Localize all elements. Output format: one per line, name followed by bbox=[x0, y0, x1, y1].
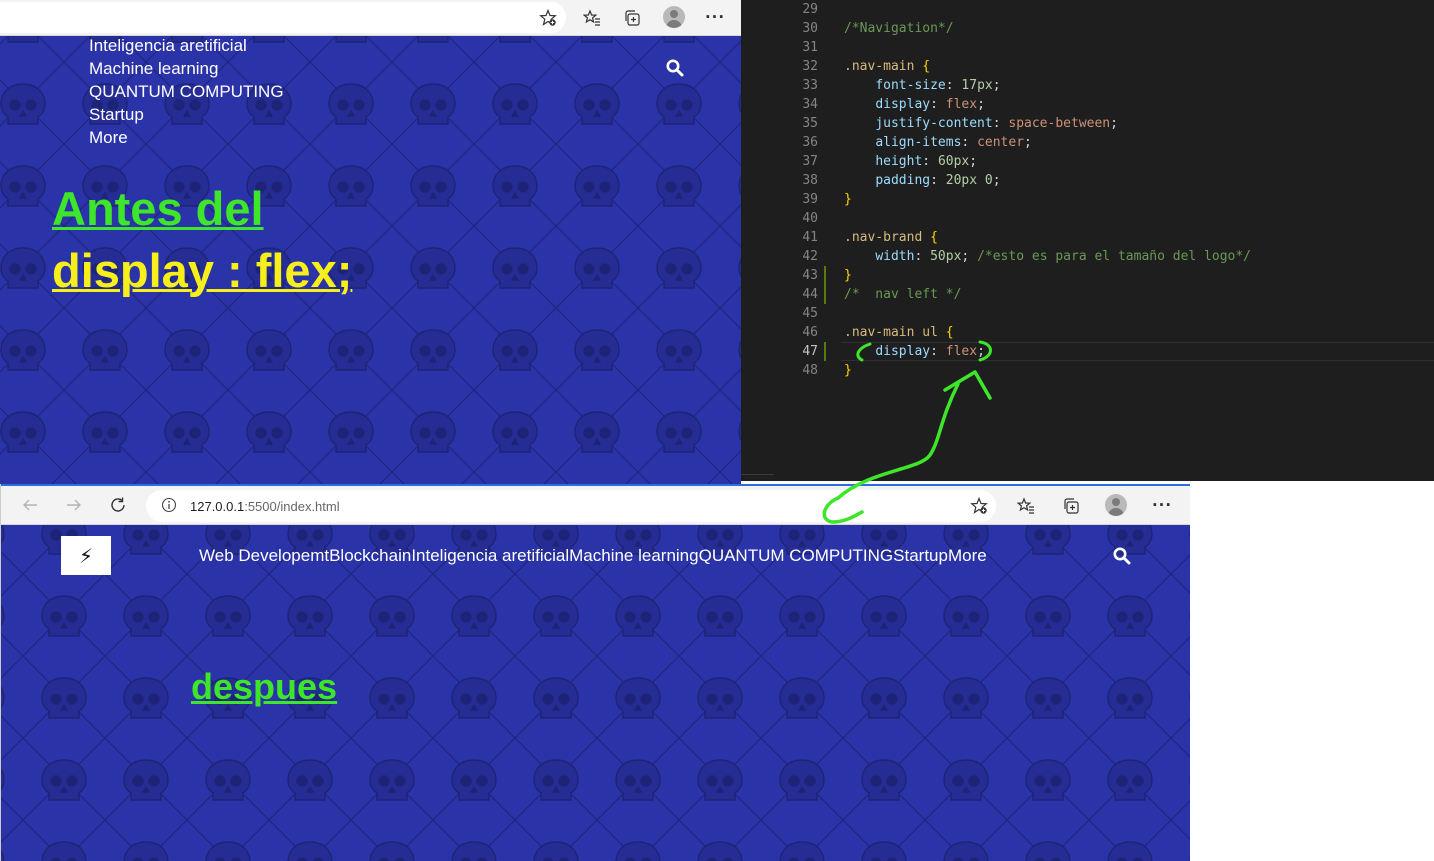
code-line[interactable]: } bbox=[844, 361, 852, 380]
nav-list-vertical: Inteligencia aretificial Machine learnin… bbox=[89, 34, 284, 149]
line-number: 38 bbox=[802, 173, 818, 188]
nav-list-horizontal: Web Developemt Blockchain Inteligencia a… bbox=[199, 545, 987, 567]
git-change-marker bbox=[824, 342, 826, 361]
before-heading: Antes del display : flex; bbox=[52, 178, 352, 302]
line-number: 34 bbox=[802, 97, 818, 112]
nav-item[interactable]: Machine learning bbox=[89, 57, 284, 80]
nav-item[interactable]: Web Developemt bbox=[199, 545, 329, 567]
code-line[interactable]: /*Navigation*/ bbox=[844, 19, 954, 38]
line-number: 46 bbox=[802, 325, 818, 340]
info-icon[interactable] bbox=[158, 494, 180, 516]
collections-icon[interactable] bbox=[621, 7, 643, 29]
code-line[interactable]: .nav-main ul { bbox=[844, 323, 954, 342]
nav-item[interactable]: More bbox=[89, 126, 284, 149]
url-host: 127.0.0.1 bbox=[190, 499, 245, 514]
refresh-icon[interactable] bbox=[107, 494, 129, 516]
profile-icon[interactable] bbox=[663, 6, 685, 28]
code-line[interactable]: .nav-brand { bbox=[844, 228, 938, 247]
url-text[interactable]: 127.0.0.1:5500/index.html bbox=[190, 499, 340, 514]
browser-toolbar: ··· bbox=[0, 0, 741, 36]
forward-icon[interactable] bbox=[63, 494, 85, 516]
line-number: 45 bbox=[802, 306, 818, 321]
nav-item[interactable]: Inteligencia aretificial bbox=[411, 545, 569, 567]
after-heading: despues bbox=[191, 666, 338, 707]
line-number: 44 bbox=[802, 287, 818, 302]
code-line[interactable]: display: flex; bbox=[844, 342, 985, 361]
before-browser-window: ··· Inteligencia aretificial Machine lea… bbox=[0, 0, 741, 484]
heading-line-1: Antes del bbox=[52, 182, 264, 235]
url-path: :5500/index.html bbox=[244, 499, 340, 514]
line-number: 35 bbox=[802, 116, 818, 131]
nav-item[interactable]: Machine learning bbox=[569, 545, 698, 567]
code-line[interactable]: font-size: 17px; bbox=[844, 76, 1000, 95]
line-number: 43 bbox=[802, 268, 818, 283]
line-number: 29 bbox=[802, 2, 818, 17]
nav-item[interactable]: Blockchain bbox=[329, 545, 411, 567]
favorite-add-icon[interactable] bbox=[968, 495, 990, 517]
address-bar[interactable] bbox=[0, 2, 566, 33]
line-number: 41 bbox=[802, 230, 818, 245]
browser-toolbar: 127.0.0.1:5500/index.html ··· bbox=[1, 484, 1190, 525]
panel-divider bbox=[741, 474, 774, 475]
git-change-marker bbox=[824, 266, 826, 304]
favorites-icon[interactable] bbox=[581, 7, 603, 29]
lightning-icon: ⚡ bbox=[78, 543, 94, 568]
code-line[interactable]: width: 50px; /*esto es para el tamaño de… bbox=[844, 247, 1251, 266]
code-line[interactable]: padding: 20px 0; bbox=[844, 171, 1000, 190]
back-icon[interactable] bbox=[19, 494, 41, 516]
code-line[interactable]: justify-content: space-between; bbox=[844, 114, 1118, 133]
code-line[interactable]: height: 60px; bbox=[844, 152, 977, 171]
more-icon[interactable]: ··· bbox=[704, 6, 726, 28]
search-icon[interactable] bbox=[666, 59, 684, 77]
code-editor[interactable]: 29 30 31 32 33 34 35 36 37 38 39 40 41 42 43 44 45 46 47 48… bbox=[741, 0, 1434, 481]
collections-icon[interactable] bbox=[1060, 495, 1082, 517]
nav-item[interactable]: More bbox=[948, 545, 987, 567]
line-number: 40 bbox=[802, 211, 818, 226]
code-line[interactable]: } bbox=[844, 266, 852, 285]
line-number: 47 bbox=[802, 344, 818, 359]
code-line[interactable]: /* nav left */ bbox=[844, 285, 961, 304]
favorite-add-icon[interactable] bbox=[537, 7, 559, 29]
line-number: 32 bbox=[802, 59, 818, 74]
nav-item[interactable]: Startup bbox=[89, 103, 284, 126]
nav-brand-logo[interactable]: ⚡ bbox=[61, 536, 111, 575]
line-number: 48 bbox=[802, 363, 818, 378]
line-number: 33 bbox=[802, 78, 818, 93]
nav-item[interactable]: Startup bbox=[893, 545, 948, 567]
nav-item[interactable]: Inteligencia aretificial bbox=[89, 34, 284, 57]
favorites-icon[interactable] bbox=[1015, 495, 1037, 517]
heading-line-2: display : flex; bbox=[52, 244, 353, 297]
line-number-gutter: 29 30 31 32 33 34 35 36 37 38 39 40 41 42 43 44 45 46 47 48 bbox=[741, 0, 819, 481]
code-line[interactable]: .nav-main { bbox=[844, 57, 930, 76]
code-line[interactable]: align-items: center; bbox=[844, 133, 1032, 152]
line-number: 36 bbox=[802, 135, 818, 150]
line-number: 37 bbox=[802, 154, 818, 169]
nav-item[interactable]: QUANTUM COMPUTING bbox=[699, 545, 894, 567]
line-number: 30 bbox=[802, 21, 818, 36]
code-line[interactable]: } bbox=[844, 190, 852, 209]
search-icon[interactable] bbox=[1113, 547, 1131, 565]
profile-icon[interactable] bbox=[1105, 494, 1127, 516]
line-number: 42 bbox=[802, 249, 818, 264]
line-number: 39 bbox=[802, 192, 818, 207]
skull-pattern-background bbox=[1, 525, 1190, 861]
more-icon[interactable]: ··· bbox=[1151, 494, 1173, 516]
code-line[interactable]: display: flex; bbox=[844, 95, 985, 114]
nav-item[interactable]: QUANTUM COMPUTING bbox=[89, 80, 284, 103]
after-browser-window: 127.0.0.1:5500/index.html ··· ⚡ Web Deve… bbox=[0, 484, 1190, 861]
line-number: 31 bbox=[802, 40, 818, 55]
